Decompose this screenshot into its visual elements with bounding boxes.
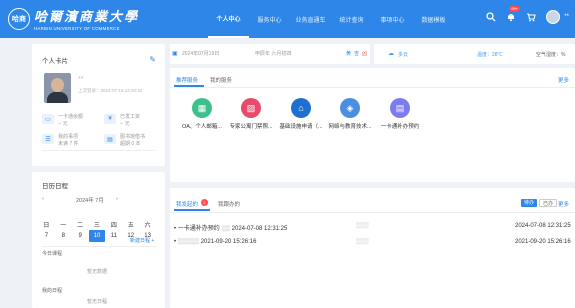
done-button[interactable]: 已办 — [539, 199, 558, 207]
today-course-label: 今日课程 — [42, 251, 63, 257]
salary-icon: ¥ — [104, 114, 116, 124]
main-nav: 个人中心 服务中心 业务直通车 统计查询 事项中心 数据模板 — [208, 0, 454, 38]
service-item[interactable]: ◈ 网络与教育技术... — [325, 98, 375, 130]
profile-card-title: 个人卡片 — [42, 58, 68, 65]
calendar-day[interactable]: 8 — [55, 230, 72, 242]
top-bar: 哈商 哈爾濱商業大學 HARBIN UNIVERSITY OF COMMERCE… — [0, 0, 575, 38]
table-row-time: 2021-09-20 15:26:16 — [515, 239, 571, 245]
my-schedule-label: 我的日程 — [42, 288, 63, 294]
cloud-icon: ☁ — [388, 51, 394, 57]
table-row[interactable]: • 一卡通补办预约 ▒▒ 2024-07-08 12:31:25 — [174, 223, 287, 232]
tab-followed[interactable]: 我跟办的 — [218, 200, 240, 208]
more-matters-link[interactable]: 更多 — [558, 200, 569, 208]
nav-statistics[interactable]: 统计查询 — [331, 0, 372, 38]
my-matters[interactable]: ☰ 我的事项 未读 7 件 — [42, 134, 79, 148]
weekday-row: 日 一 二 三 四 五 六 — [43, 222, 151, 229]
logo-chinese-name: 哈爾濱商業大學 — [34, 10, 140, 25]
todo-button[interactable]: 待办 — [521, 199, 538, 207]
lunar-date: 甲辰年 六月初四 — [255, 51, 292, 57]
tab-my-services[interactable]: 我的服务 — [210, 76, 232, 84]
cart-icon[interactable] — [524, 10, 538, 24]
tab-recommended[interactable]: 推荐服务 — [176, 76, 198, 84]
nav-business-express[interactable]: 业务直通车 — [290, 0, 331, 38]
user-name[interactable]: ** — [564, 14, 569, 20]
calendar-day[interactable]: 7 — [38, 230, 55, 242]
logo-english-name: HARBIN UNIVERSITY OF COMMERCE — [34, 26, 120, 31]
nav-personal-center[interactable]: 个人中心 — [208, 0, 249, 38]
prev-month-icon[interactable]: ‹ — [42, 196, 44, 202]
weather-bar: ☁ 多云 温度：28℃ 空气湿度：% — [374, 44, 575, 64]
month-label: 2024年 7月 — [76, 198, 104, 204]
almanac-tag: 凶 — [362, 51, 368, 57]
services-card: 推荐服务 我的服务 更多 ▦ OA、个人邮箱... ▨ 专家公寓门禁照... ⌂… — [170, 68, 575, 182]
university-logo[interactable]: 哈商 哈爾濱商業大學 HARBIN UNIVERSITY OF COMMERCE — [8, 6, 139, 31]
new-schedule-link[interactable]: 新建日程 + — [130, 237, 154, 244]
profile-card: 个人卡片 ✎ ** 上次登录：2024-07-19 13:20:42 ▭ 一卡通… — [32, 44, 165, 166]
calendar-day-today[interactable]: 10 — [88, 230, 106, 242]
edit-icon[interactable]: ✎ — [149, 55, 156, 64]
current-date: 2024年07月19日 — [182, 51, 220, 57]
library-books[interactable]: ▤ 图书馆借书 超期 0 本 — [104, 134, 145, 148]
matters-card: 我发起的 2 我跟办的 待办 已办 更多 • 一卡通补办预约 ▒▒ 2024-0… — [170, 188, 575, 308]
calendar-day[interactable]: 9 — [72, 230, 89, 242]
image-icon: ▨ — [241, 98, 261, 118]
service-item[interactable]: ▨ 专家公寓门禁照... — [226, 98, 276, 130]
card-icon: ▭ — [42, 114, 54, 124]
no-course-text: 暂无数据 — [87, 269, 108, 275]
card-apply-icon: ▤ — [390, 98, 410, 118]
next-month-icon[interactable]: › — [116, 196, 118, 202]
service-item[interactable]: ▦ OA、个人邮箱... — [177, 98, 227, 130]
notification-icon[interactable]: 99+ — [504, 6, 521, 24]
user-avatar[interactable] — [546, 10, 561, 24]
no-schedule-text: 暂无日程 — [87, 299, 108, 305]
oa-icon: ▦ — [192, 98, 212, 118]
card-balance[interactable]: ▭ 一卡通余额 -- 元 — [42, 114, 83, 128]
nav-data-template[interactable]: 数据模板 — [413, 0, 454, 38]
task-icon: ☰ — [42, 134, 54, 144]
weather-text: 多云 — [398, 52, 409, 58]
almanac-tag: 吉 — [354, 51, 360, 57]
bank-icon: ⌂ — [291, 98, 311, 118]
almanac-tag: 黄 — [346, 51, 352, 57]
initiated-count-badge: 2 — [201, 199, 208, 206]
search-icon[interactable] — [484, 10, 498, 24]
service-item[interactable]: ⌂ 基础设施申请（... — [276, 98, 326, 130]
service-item[interactable]: ▤ 一卡通补办预约 — [375, 98, 425, 130]
more-services-link[interactable]: 更多 — [558, 76, 569, 84]
network-icon: ◈ — [340, 98, 360, 118]
nav-service-center[interactable]: 服务中心 — [249, 0, 290, 38]
profile-name: ** — [78, 76, 84, 83]
table-row[interactable]: • ▒▒▒▒▒ 2021-09-20 15:26:16 — [174, 239, 256, 245]
calendar-title: 日历日程 — [42, 183, 68, 190]
table-row-time: 2024-07-08 12:31:25 — [515, 223, 571, 229]
table-cell: ▒▒▒ — [356, 223, 369, 229]
last-login: 上次登录：2024-07-19 13:20:42 — [78, 88, 143, 93]
calendar-day[interactable]: 11 — [105, 230, 122, 242]
nav-matter-center[interactable]: 事项中心 — [372, 0, 413, 38]
book-icon: ▤ — [104, 134, 116, 144]
calendar-icon: ▣ — [172, 51, 178, 57]
avatar — [44, 73, 71, 103]
humidity: 空气湿度：% — [536, 52, 566, 58]
seal-icon: 哈商 — [8, 7, 30, 30]
table-cell: ▒▒▒ — [356, 239, 369, 245]
temperature: 温度：28℃ — [477, 52, 503, 58]
salary-info[interactable]: ¥ 已发工资 -- 元 — [104, 114, 140, 128]
notification-badge: 99+ — [509, 6, 521, 12]
tab-initiated[interactable]: 我发起的 — [176, 200, 198, 208]
date-bar: ▣ 2024年07月19日 甲辰年 六月初四 黄 吉 凶 — [170, 44, 370, 64]
